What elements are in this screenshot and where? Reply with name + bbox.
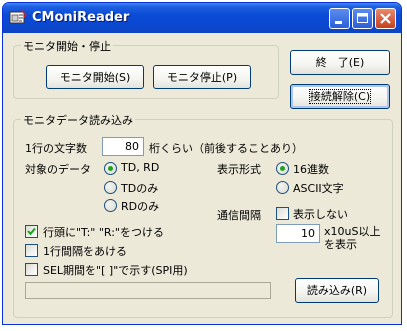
prefix-tr-checkbox[interactable] <box>25 225 38 238</box>
title-bar[interactable]: CMoniReader <box>3 3 401 33</box>
format-ascii-radio[interactable] <box>276 181 289 194</box>
maximize-button[interactable] <box>352 8 373 29</box>
blank-line-label[interactable]: 1行間隔をあける <box>43 243 127 259</box>
read-group-legend: モニタデータ読み込み <box>21 112 135 128</box>
monitor-group-legend: モニタ開始・停止 <box>21 38 113 54</box>
read-button[interactable]: 読み込み(R) <box>295 278 379 303</box>
window-title: CMoniReader <box>32 10 130 25</box>
format-hex-radio[interactable] <box>276 162 289 175</box>
sel-period-checkbox[interactable] <box>25 263 38 276</box>
interval-hide-label[interactable]: 表示しない <box>293 206 348 222</box>
blank-line-checkbox[interactable] <box>25 244 38 257</box>
interval-label: 通信間隔 <box>217 209 261 222</box>
disconnect-button[interactable]: 接続解除(C) <box>290 84 390 109</box>
end-button[interactable]: 終 了(E) <box>290 50 390 75</box>
target-rd-radio[interactable] <box>104 199 117 212</box>
target-td-label[interactable]: TDのみ <box>121 180 158 196</box>
close-button[interactable] <box>375 8 396 29</box>
chars-per-line-suffix: 桁くらい（前後することあり） <box>149 142 303 155</box>
display-format-label: 表示形式 <box>217 163 261 176</box>
target-td-rd-radio[interactable] <box>104 162 117 175</box>
interval-input[interactable]: 10 <box>276 224 320 243</box>
monitor-start-button[interactable]: モニタ開始(S) <box>46 65 144 89</box>
progress-bar <box>25 282 271 299</box>
interval-hide-checkbox[interactable] <box>276 207 289 220</box>
target-td-radio[interactable] <box>104 181 117 194</box>
target-rd-label[interactable]: RDのみ <box>121 198 159 214</box>
interval-suffix-2: を表示 <box>324 238 357 251</box>
format-ascii-label[interactable]: ASCII文字 <box>293 180 344 196</box>
chars-per-line-input[interactable]: 80 <box>102 137 144 156</box>
prefix-tr-label[interactable]: 行頭に"T:" "R:"をつける <box>43 224 164 240</box>
main-window: CMoniReader モニタ開始・停止 モニタ開始(S) モニタ停止(P) 終… <box>2 2 402 325</box>
format-hex-label[interactable]: 16進数 <box>293 161 329 177</box>
app-icon <box>9 9 27 26</box>
minimize-button[interactable] <box>329 8 350 29</box>
sel-period-label[interactable]: SEL期間を"[ ]"で示す(SPI用) <box>43 262 188 278</box>
target-data-label: 対象のデータ <box>25 163 91 176</box>
target-td-rd-label[interactable]: TD, RD <box>121 161 159 174</box>
chars-per-line-label: 1行の文字数 <box>25 142 87 155</box>
monitor-stop-button[interactable]: モニタ停止(P) <box>153 65 251 89</box>
